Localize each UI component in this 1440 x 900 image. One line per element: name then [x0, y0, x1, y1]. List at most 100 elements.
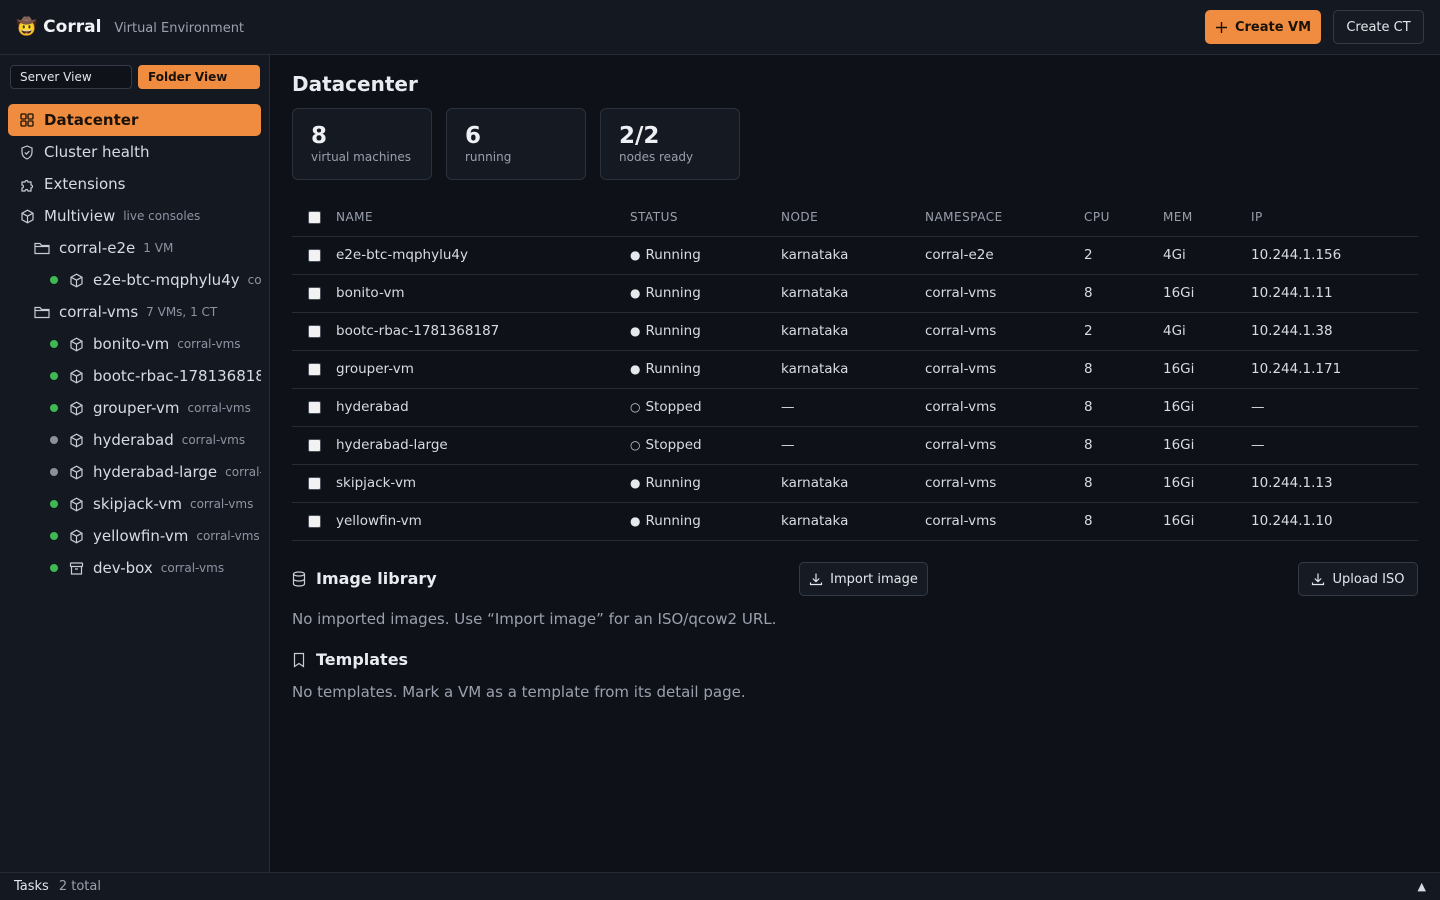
status-dot — [50, 468, 58, 476]
table-row[interactable]: bootc-rbac-1781368187Runningkarnatakacor… — [292, 312, 1418, 351]
cell-cpu: 2 — [1084, 312, 1163, 351]
cell-mem: 4Gi — [1163, 236, 1251, 275]
expand-caret-icon[interactable]: ▲ — [1418, 880, 1426, 893]
cell-status: Running — [630, 502, 781, 541]
folder-label: corral-e2e — [59, 239, 136, 257]
stat-value: 8 — [311, 123, 328, 149]
cell-cpu: 8 — [1084, 350, 1163, 389]
cell-name[interactable]: bootc-rbac-1781368187 — [336, 312, 630, 351]
vm-item-label: hyderabad — [93, 431, 174, 449]
app-subtitle: Virtual Environment — [114, 20, 245, 36]
sidebar: Server View Folder View Datacenter Clust… — [0, 55, 270, 872]
row-checkbox[interactable] — [308, 286, 321, 300]
cell-node: karnataka — [781, 502, 925, 541]
vm-item-bootc-rbac[interactable]: bootc-rbac-1781368187 corral-vms — [50, 360, 261, 392]
sidebar-item-label: Multiview — [44, 207, 116, 225]
cube-icon — [68, 528, 84, 544]
cube-icon — [68, 464, 84, 480]
cell-status: Running — [630, 236, 781, 275]
vm-item-meta: corral-vms — [181, 433, 246, 447]
brand[interactable]: 🤠 Corral Virtual Environment — [16, 17, 244, 37]
row-checkbox[interactable] — [308, 476, 321, 490]
table-row[interactable]: hyderabad-largeStopped—corral-vms816Gi— — [292, 426, 1418, 465]
table-row[interactable]: e2e-btc-mqphylu4yRunningkarnatakacorral-… — [292, 236, 1418, 275]
cell-ip: 10.244.1.38 — [1251, 312, 1418, 351]
cell-name[interactable]: bonito-vm — [336, 274, 630, 313]
table-row[interactable]: yellowfin-vmRunningkarnatakacorral-vms81… — [292, 502, 1418, 541]
sidebar-item-multiview[interactable]: Multiview live consoles — [8, 200, 261, 232]
column-header-namespace[interactable]: NAMESPACE — [925, 198, 1084, 237]
vm-item-yellowfin-vm[interactable]: yellowfin-vm corral-vms — [50, 520, 261, 552]
table-header-row: NAME STATUS NODE NAMESPACE CPU MEM IP — [292, 198, 1418, 237]
create-vm-button[interactable]: Create VM — [1205, 10, 1321, 44]
cell-namespace: corral-vms — [925, 274, 1084, 313]
row-checkbox[interactable] — [308, 514, 321, 528]
folder-corral-e2e[interactable]: corral-e2e 1 VM — [34, 232, 261, 264]
status-dot — [50, 404, 58, 412]
select-all-checkbox[interactable] — [308, 210, 321, 224]
cell-ip: 10.244.1.11 — [1251, 274, 1418, 313]
folder-meta: 7 VMs, 1 CT — [146, 305, 218, 319]
column-header-mem[interactable]: MEM — [1163, 198, 1251, 237]
puzzle-icon — [19, 176, 35, 192]
grid-icon — [19, 112, 35, 128]
sidebar-item-cluster-health[interactable]: Cluster health — [8, 136, 261, 168]
table-row[interactable]: skipjack-vmRunningkarnatakacorral-vms816… — [292, 464, 1418, 503]
vm-item-hyderabad[interactable]: hyderabad corral-vms — [50, 424, 261, 456]
column-header-name[interactable]: NAME — [336, 198, 630, 237]
vm-item-e2e-btc-mqphylu4y[interactable]: e2e-btc-mqphylu4y co — [50, 264, 261, 296]
table-row[interactable]: hyderabadStopped—corral-vms816Gi— — [292, 388, 1418, 427]
cell-name[interactable]: grouper-vm — [336, 350, 630, 389]
row-checkbox[interactable] — [308, 362, 321, 376]
cube-icon — [68, 400, 84, 416]
import-image-label: Import image — [830, 571, 918, 587]
templates-heading: Templates — [292, 650, 408, 669]
cell-name[interactable]: e2e-btc-mqphylu4y — [336, 236, 630, 275]
sidebar-item-extensions[interactable]: Extensions — [8, 168, 261, 200]
cell-mem: 16Gi — [1163, 502, 1251, 541]
row-checkbox[interactable] — [308, 400, 321, 414]
cell-ip: 10.244.1.156 — [1251, 236, 1418, 275]
download-icon — [1312, 573, 1325, 586]
ct-item-meta: corral-vms — [160, 561, 225, 575]
cell-name[interactable]: yellowfin-vm — [336, 502, 630, 541]
tasks-bar[interactable]: Tasks 2 total ▲ — [0, 872, 1440, 900]
cell-cpu: 2 — [1084, 236, 1163, 275]
import-image-button[interactable]: Import image — [799, 562, 928, 596]
cell-name[interactable]: hyderabad-large — [336, 426, 630, 465]
sidebar-item-label: Extensions — [44, 175, 126, 193]
column-header-status[interactable]: STATUS — [630, 198, 781, 237]
table-row[interactable]: bonito-vmRunningkarnatakacorral-vms816Gi… — [292, 274, 1418, 313]
cell-node: karnataka — [781, 350, 925, 389]
ct-item-dev-box[interactable]: dev-box corral-vms — [50, 552, 261, 584]
status-dot — [50, 276, 58, 284]
table-row[interactable]: grouper-vmRunningkarnatakacorral-vms816G… — [292, 350, 1418, 389]
vm-item-bonito-vm[interactable]: bonito-vm corral-vms — [50, 328, 261, 360]
shield-icon — [19, 144, 35, 160]
vm-item-grouper-vm[interactable]: grouper-vm corral-vms — [50, 392, 261, 424]
column-header-cpu[interactable]: CPU — [1084, 198, 1163, 237]
top-bar: 🤠 Corral Virtual Environment Create VM C… — [0, 0, 1440, 55]
column-header-ip[interactable]: IP — [1251, 198, 1418, 237]
cell-node: karnataka — [781, 274, 925, 313]
tasks-label: Tasks — [14, 879, 49, 894]
folder-corral-vms[interactable]: corral-vms 7 VMs, 1 CT — [34, 296, 261, 328]
column-header-node[interactable]: NODE — [781, 198, 925, 237]
folder-view-button[interactable]: Folder View — [138, 65, 260, 89]
vm-item-hyderabad-large[interactable]: hyderabad-large corral- — [50, 456, 261, 488]
upload-iso-button[interactable]: Upload ISO — [1298, 562, 1418, 596]
row-checkbox[interactable] — [308, 248, 321, 262]
row-select-cell — [292, 388, 336, 427]
cell-name[interactable]: skipjack-vm — [336, 464, 630, 503]
row-select-cell — [292, 350, 336, 389]
row-checkbox[interactable] — [308, 324, 321, 338]
cell-name[interactable]: hyderabad — [336, 388, 630, 427]
sidebar-item-datacenter[interactable]: Datacenter — [8, 104, 261, 136]
row-checkbox[interactable] — [308, 438, 321, 452]
create-ct-button[interactable]: Create CT — [1333, 10, 1424, 44]
cell-ip: 10.244.1.10 — [1251, 502, 1418, 541]
cowboy-logo-icon: 🤠 — [16, 17, 38, 37]
server-view-button[interactable]: Server View — [10, 65, 132, 89]
cell-status: Stopped — [630, 388, 781, 427]
vm-item-skipjack-vm[interactable]: skipjack-vm corral-vms — [50, 488, 261, 520]
